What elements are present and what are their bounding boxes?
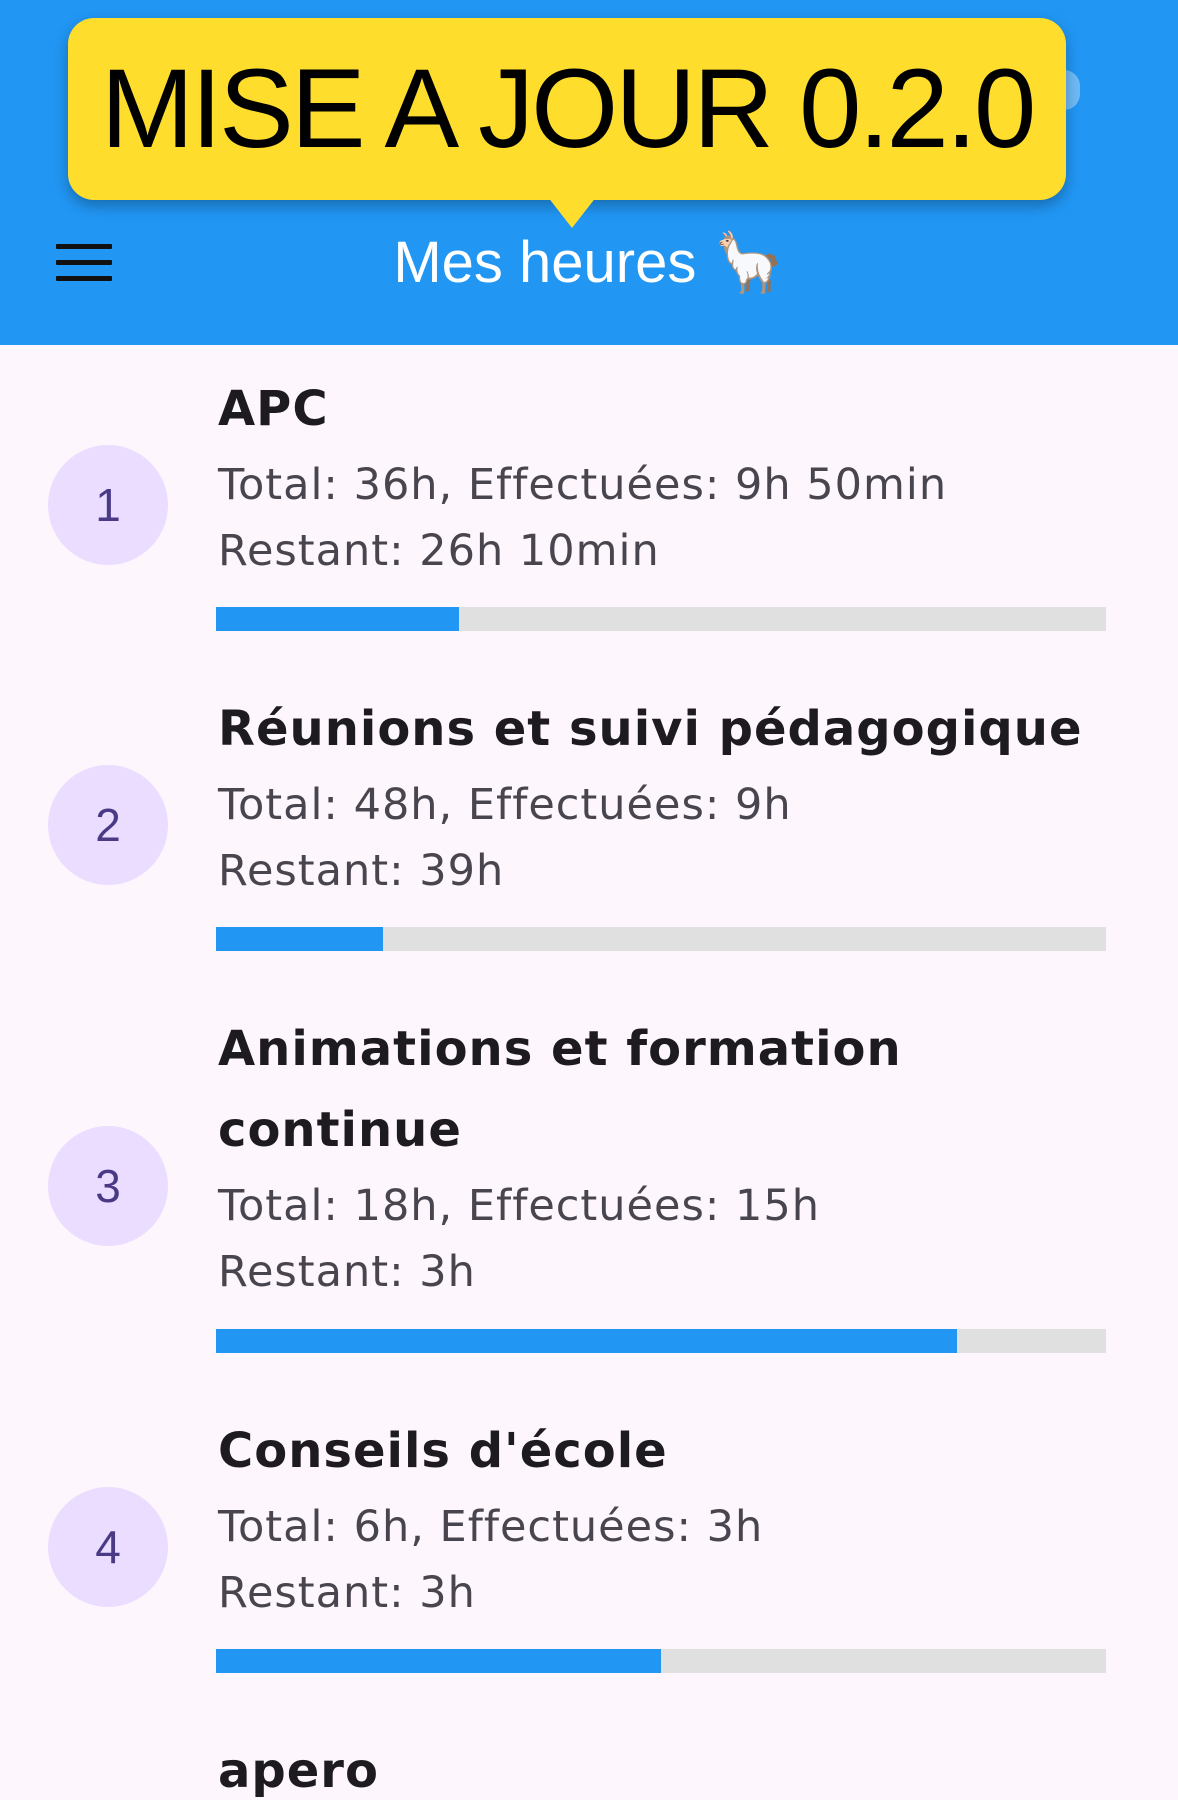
item-title: Réunions et suivi pédagogique bbox=[218, 701, 1083, 757]
item-number-avatar: 1 bbox=[48, 445, 168, 565]
item-number-avatar: 2 bbox=[48, 765, 168, 885]
app-screen: Mes heures 🦙 MISE A JOUR 0.2.0 1 APC Tot… bbox=[0, 0, 1178, 1800]
item-total-line: Total: 6h, Effectuées: 3h bbox=[218, 1502, 764, 1552]
item-title: apero bbox=[218, 1743, 379, 1799]
list-item[interactable]: 2 Réunions et suivi pédagogique Total: 4… bbox=[0, 665, 1178, 985]
item-title: Animations et formation bbox=[218, 1021, 902, 1077]
list-item[interactable]: 1 APC Total: 36h, Effectuées: 9h 50min R… bbox=[0, 345, 1178, 665]
item-total-line: Total: 48h, Effectuées: 9h bbox=[218, 780, 792, 830]
item-number-avatar: 3 bbox=[48, 1126, 168, 1246]
page-title: Mes heures 🦙 bbox=[393, 230, 785, 295]
progress-fill bbox=[216, 927, 383, 951]
progress-fill bbox=[216, 1649, 661, 1673]
banner-pointer bbox=[544, 192, 600, 228]
progress-bar bbox=[216, 1329, 1106, 1353]
list-item[interactable]: apero bbox=[0, 1707, 1178, 1800]
progress-fill bbox=[216, 607, 459, 631]
item-title: Conseils d'école bbox=[218, 1423, 668, 1479]
item-total-line: Total: 36h, Effectuées: 9h 50min bbox=[218, 460, 948, 510]
progress-fill bbox=[216, 1329, 958, 1353]
list-item[interactable]: 3 Animations et formation continue Total… bbox=[0, 985, 1178, 1387]
item-title: APC bbox=[218, 381, 329, 437]
item-number-avatar: 4 bbox=[48, 1487, 168, 1607]
item-remaining-line: Restant: 39h bbox=[218, 846, 505, 896]
progress-bar bbox=[216, 1649, 1106, 1673]
item-title-continued: continue bbox=[218, 1102, 462, 1158]
item-remaining-line: Restant: 26h 10min bbox=[218, 526, 660, 576]
item-remaining-line: Restant: 3h bbox=[218, 1568, 476, 1618]
progress-bar bbox=[216, 607, 1106, 631]
item-total-line: Total: 18h, Effectuées: 15h bbox=[218, 1181, 820, 1231]
item-remaining-line: Restant: 3h bbox=[218, 1247, 476, 1297]
progress-bar bbox=[216, 927, 1106, 951]
update-banner-text: MISE A JOUR 0.2.0 bbox=[100, 46, 1036, 171]
list-item[interactable]: 4 Conseils d'école Total: 6h, Effectuées… bbox=[0, 1387, 1178, 1707]
update-banner: MISE A JOUR 0.2.0 bbox=[68, 18, 1066, 200]
